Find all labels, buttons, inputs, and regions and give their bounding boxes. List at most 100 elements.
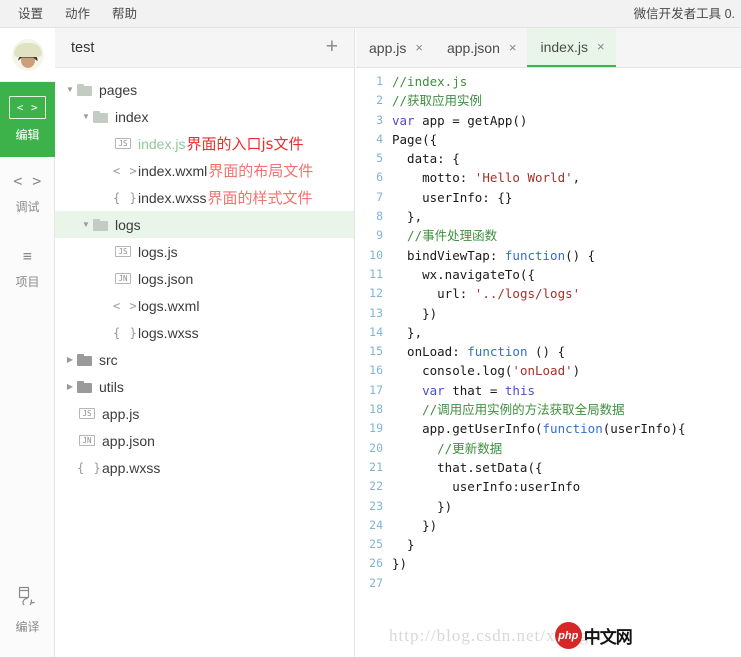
editor-tab-label: app.js	[369, 40, 406, 56]
tree-item-app-wxss[interactable]: { }app.wxss	[55, 454, 354, 481]
code-text[interactable]: bindViewTap: function() {	[392, 246, 595, 265]
code-text[interactable]: url: '../logs/logs'	[392, 284, 580, 303]
add-file-button[interactable]: +	[322, 36, 342, 60]
close-icon[interactable]: ×	[597, 40, 605, 53]
code-token: })	[392, 306, 437, 321]
editor-tab-label: index.js	[540, 39, 587, 55]
wechat-devtools-window: 设置 动作 帮助 微信开发者工具 0. < > 编辑 < > 调试 ≡ 项目	[0, 0, 741, 657]
code-token: console.log(	[392, 363, 512, 378]
tree-item-logs-wxml[interactable]: < >logs.wxml	[55, 292, 354, 319]
tree-item-label: index.wxss	[138, 190, 206, 206]
code-text[interactable]: app.getUserInfo(function(userInfo){	[392, 419, 686, 438]
file-explorer-header: test +	[55, 28, 354, 68]
file-tree: pagesindex JS index.js界面的入口js文件 < >index.wx…	[55, 68, 354, 481]
wxss-file-icon: { }	[77, 461, 97, 475]
tree-item-logs[interactable]: logs	[55, 211, 354, 238]
code-text[interactable]: onLoad: function () {	[392, 342, 565, 361]
annotation-text: 界面的样式文件	[207, 187, 312, 208]
code-text[interactable]: that.setData({	[392, 458, 543, 477]
chevron-down-icon[interactable]	[79, 112, 93, 121]
code-text[interactable]: },	[392, 207, 422, 226]
code-line: 11 wx.navigateTo({	[356, 265, 741, 284]
tree-item-app-js[interactable]: JSapp.js	[55, 400, 354, 427]
js-file-icon: JS	[113, 246, 133, 258]
avatar[interactable]	[0, 28, 55, 82]
code-text[interactable]: //事件处理函数	[392, 226, 497, 245]
tree-item-utils[interactable]: utils	[55, 373, 354, 400]
tree-item-pages[interactable]: pages	[55, 76, 354, 103]
code-token: onLoad:	[392, 344, 467, 359]
code-text[interactable]: })	[392, 554, 407, 573]
left-rail: < > 编辑 < > 调试 ≡ 项目 编译	[0, 28, 55, 657]
code-token: //获取应用实例	[392, 93, 482, 108]
code-text[interactable]: //调用应用实例的方法获取全局数据	[392, 400, 625, 419]
code-line: 2//获取应用实例	[356, 91, 741, 110]
code-line: 18 //调用应用实例的方法获取全局数据	[356, 400, 741, 419]
code-token: })	[392, 518, 437, 533]
code-text[interactable]: wx.navigateTo({	[392, 265, 535, 284]
code-line: 24 })	[356, 516, 741, 535]
code-text[interactable]: })	[392, 516, 437, 535]
tree-item-label: index.wxml	[138, 163, 207, 179]
tree-item-src[interactable]: src	[55, 346, 354, 373]
chevron-right-icon[interactable]	[63, 355, 77, 364]
rail-item-edit[interactable]: < > 编辑	[0, 82, 55, 157]
tree-item-label: index.js	[138, 136, 185, 152]
tree-item-index[interactable]: index	[55, 103, 354, 130]
tree-item-label: utils	[99, 379, 124, 395]
line-number: 26	[356, 554, 392, 573]
line-number: 5	[356, 149, 392, 168]
rail-item-debug[interactable]: < > 调试	[0, 157, 55, 232]
tree-item-logs-json[interactable]: JNlogs.json	[55, 265, 354, 292]
line-number: 17	[356, 381, 392, 400]
rail-item-compile[interactable]: 编译	[0, 586, 55, 635]
code-text[interactable]: var that = this	[392, 381, 535, 400]
editor-tab-app-json[interactable]: app.json×	[434, 28, 528, 67]
close-icon[interactable]: ×	[509, 41, 517, 54]
code-text[interactable]: })	[392, 497, 452, 516]
code-content[interactable]: 1//index.js2//获取应用实例3var app = getApp()4…	[356, 68, 741, 657]
code-token: var	[422, 383, 445, 398]
code-text[interactable]: //更新数据	[392, 439, 502, 458]
rail-item-project[interactable]: ≡ 项目	[0, 232, 55, 307]
code-text[interactable]: })	[392, 304, 437, 323]
tree-item-index-js[interactable]: JS index.js界面的入口js文件	[55, 130, 354, 157]
chevron-down-icon[interactable]	[79, 220, 93, 229]
code-text[interactable]: userInfo:userInfo	[392, 477, 580, 496]
code-line: 16 console.log('onLoad')	[356, 361, 741, 380]
code-text[interactable]: }	[392, 535, 415, 554]
chevron-right-icon[interactable]	[63, 382, 77, 391]
folder-icon	[77, 84, 92, 96]
editor-tab-app-js[interactable]: app.js ×	[356, 28, 434, 67]
close-icon[interactable]: ×	[415, 41, 423, 54]
line-number: 11	[356, 265, 392, 284]
code-text[interactable]: },	[392, 323, 422, 342]
tree-item-index-wxml[interactable]: < >index.wxml界面的布局文件	[55, 157, 354, 184]
rail-item-compile-label: 编译	[15, 618, 39, 635]
code-line: 25 }	[356, 535, 741, 554]
code-token: var	[392, 113, 415, 128]
code-text[interactable]: var app = getApp()	[392, 111, 527, 130]
tree-item-logs-js[interactable]: JSlogs.js	[55, 238, 354, 265]
code-line: 3var app = getApp()	[356, 111, 741, 130]
editor-tab-index-js[interactable]: index.js ×	[527, 28, 615, 67]
code-text[interactable]: //index.js	[392, 72, 467, 91]
annotation-text: 界面的入口js文件	[186, 133, 303, 154]
code-text[interactable]: data: {	[392, 149, 460, 168]
code-token: function	[505, 248, 565, 263]
code-text[interactable]: Page({	[392, 130, 437, 149]
tree-item-logs-wxss[interactable]: { }logs.wxss	[55, 319, 354, 346]
code-text[interactable]: motto: 'Hello World',	[392, 168, 580, 187]
code-text[interactable]: userInfo: {}	[392, 188, 512, 207]
code-text[interactable]: console.log('onLoad')	[392, 361, 580, 380]
js-file-icon: JS	[113, 138, 133, 150]
tree-item-app-json[interactable]: JNapp.json	[55, 427, 354, 454]
tree-item-index-wxss[interactable]: { }index.wxss界面的样式文件	[55, 184, 354, 211]
line-number: 21	[356, 458, 392, 477]
menu-item-help[interactable]: 帮助	[112, 0, 137, 28]
code-token: () {	[565, 248, 595, 263]
menu-item-settings[interactable]: 设置	[18, 0, 43, 28]
menu-item-actions[interactable]: 动作	[65, 0, 90, 28]
chevron-down-icon[interactable]	[63, 85, 77, 94]
code-text[interactable]: //获取应用实例	[392, 91, 482, 110]
